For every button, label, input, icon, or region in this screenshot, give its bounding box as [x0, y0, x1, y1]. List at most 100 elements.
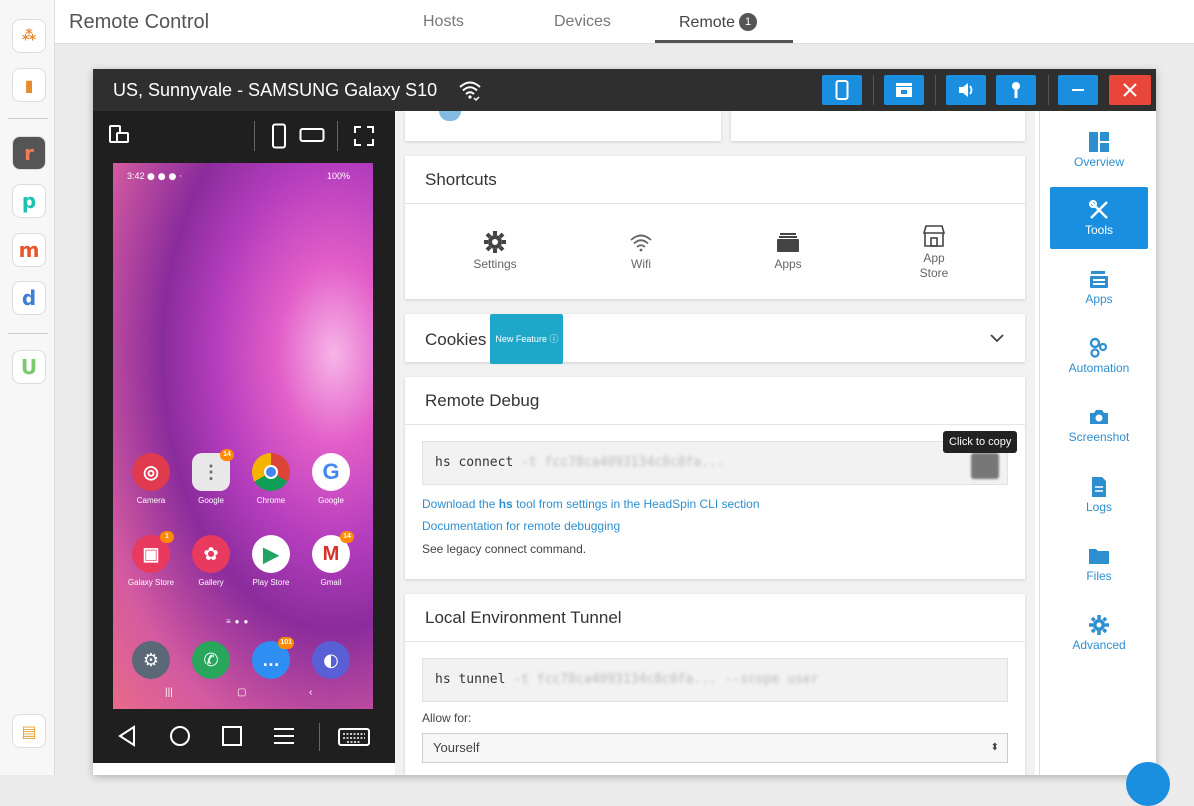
- gallery-icon: ✿: [192, 535, 230, 573]
- app-galaxy-store[interactable]: ▣ 1 Galaxy Store: [125, 531, 177, 587]
- toolbar-divider: [254, 121, 255, 151]
- cookies-title: Cookies: [425, 330, 487, 349]
- app-chrome[interactable]: Chrome: [245, 453, 297, 505]
- tunnel-command[interactable]: hs tunnel -t fcc78ca4093134c8c0fa... --s…: [422, 658, 1008, 702]
- app-google[interactable]: G Google: [305, 453, 357, 505]
- notification-badge: 14: [340, 531, 354, 543]
- top-bar: Remote Control Hosts Devices Remote 1: [55, 0, 1194, 44]
- chevron-down-icon[interactable]: [989, 332, 1005, 344]
- u-app-icon[interactable]: U: [12, 350, 46, 384]
- shortcut-wifi[interactable]: Wifi: [601, 230, 681, 271]
- tab-label: Hosts: [423, 13, 464, 30]
- shortcut-app-store[interactable]: App Store: [894, 224, 974, 281]
- chat-launcher-button[interactable]: [1126, 762, 1170, 806]
- clapboard-button[interactable]: [884, 75, 924, 105]
- app-label: Google: [318, 496, 344, 505]
- app-camera[interactable]: ◎ Camera: [125, 453, 177, 505]
- app-rail: ⁂ ▮ r p m d U ▤: [0, 0, 55, 775]
- overview-square-icon[interactable]: [221, 725, 243, 747]
- link-bold: hs: [498, 497, 513, 511]
- m-app-icon[interactable]: m: [12, 233, 46, 267]
- home-icon[interactable]: [169, 725, 191, 747]
- copy-button[interactable]: [971, 453, 999, 479]
- play-store-icon: ▶: [252, 535, 290, 573]
- sidebar-label: Logs: [1085, 500, 1113, 514]
- sidebar-label: Advanced: [1072, 638, 1126, 652]
- home-nav-icon[interactable]: ▢: [237, 687, 246, 698]
- close-button[interactable]: [1109, 75, 1151, 105]
- d-app-icon[interactable]: d: [12, 281, 46, 315]
- chart-icon[interactable]: ▮: [12, 68, 46, 102]
- cookies-card[interactable]: Cookies New Feature ⓘ: [405, 314, 1025, 364]
- window-titlebar[interactable]: US, Sunnyvale - SAMSUNG Galaxy S10: [93, 69, 1156, 111]
- tab-remote[interactable]: Remote 1: [679, 13, 758, 32]
- internet-icon: ◐: [312, 641, 350, 679]
- sidebar-item-automation[interactable]: Automation: [1050, 325, 1148, 387]
- app-label: Play Store: [252, 578, 290, 587]
- dock-messages[interactable]: … 101: [245, 637, 297, 679]
- app-gallery[interactable]: ✿ Gallery: [185, 535, 237, 587]
- command-args: -t fcc78ca4093134c8c0fa... --scope user: [513, 672, 819, 687]
- app-google-folder[interactable]: ⋮ 14 Google: [185, 449, 237, 505]
- phone-icon: [835, 80, 849, 100]
- minimize-button[interactable]: [1058, 75, 1098, 105]
- back-icon[interactable]: [117, 725, 137, 747]
- app-gmail[interactable]: M 14 Gmail: [305, 531, 357, 587]
- link-text: Download the: [422, 497, 499, 511]
- download-hs-link[interactable]: Download the hs tool from settings in th…: [422, 497, 760, 511]
- page-indicator: ≡●●: [226, 617, 253, 626]
- nav-divider: [319, 723, 320, 751]
- sidebar-item-advanced[interactable]: Advanced: [1050, 602, 1148, 664]
- connect-command[interactable]: hs connect -t fcc78ca4093134c8c0fa...: [422, 441, 1008, 485]
- back-nav-icon[interactable]: ‹: [309, 687, 312, 698]
- tab-hosts[interactable]: Hosts: [423, 13, 464, 31]
- app-label: Gallery: [198, 578, 224, 587]
- recents-nav-icon[interactable]: |||: [165, 687, 173, 698]
- sidebar-item-screenshot[interactable]: Screenshot: [1050, 394, 1148, 456]
- fullscreen-icon[interactable]: [353, 125, 375, 147]
- landscape-icon[interactable]: [299, 127, 325, 143]
- sidebar-item-overview[interactable]: Overview: [1050, 119, 1148, 181]
- sidebar-item-tools[interactable]: Tools: [1050, 187, 1148, 249]
- torch-button[interactable]: [996, 75, 1036, 105]
- remote-debug-card: Remote Debug hs connect -t fcc78ca409313…: [405, 377, 1025, 579]
- r-app-icon[interactable]: r: [12, 136, 46, 170]
- sidebar-item-files[interactable]: Files: [1050, 533, 1148, 595]
- portrait-icon[interactable]: [271, 123, 287, 149]
- allow-for-select[interactable]: Yourself ⬍: [422, 733, 1008, 763]
- keyboard-icon[interactable]: [338, 727, 370, 747]
- legacy-connect-text[interactable]: See legacy connect command.: [422, 542, 586, 556]
- remote-debug-docs-link[interactable]: Documentation for remote debugging: [422, 519, 620, 533]
- automation-icon: [1089, 337, 1108, 358]
- app-label: Google: [198, 496, 224, 505]
- sidebar-item-logs[interactable]: Logs: [1050, 464, 1148, 526]
- p-app-icon[interactable]: p: [12, 184, 46, 218]
- apps-icon[interactable]: ⁂: [12, 19, 46, 53]
- device-switch-icon[interactable]: [108, 124, 130, 146]
- sidebar-item-apps[interactable]: Apps: [1050, 256, 1148, 318]
- wifi-icon: [630, 234, 652, 252]
- tab-devices[interactable]: Devices: [554, 13, 611, 31]
- sidebar-label: Files: [1086, 569, 1112, 583]
- shortcuts-card: Shortcuts Settings Wifi Apps App Store: [405, 156, 1025, 299]
- app-label: Gmail: [320, 578, 342, 587]
- app-play-store[interactable]: ▶ Play Store: [245, 535, 297, 587]
- volume-button[interactable]: [946, 75, 986, 105]
- shortcut-label: Apps: [774, 257, 802, 271]
- device-screen[interactable]: 3:42 ● ● ● · 100% ◎ Camera ⋮ 14 Google Ch…: [113, 163, 373, 709]
- command-name: hs connect: [435, 455, 514, 470]
- dock-internet[interactable]: ◐: [305, 641, 357, 679]
- phone-call-icon: ✆: [192, 641, 230, 679]
- shortcut-apps[interactable]: Apps: [748, 230, 828, 271]
- store-icon: [922, 225, 946, 247]
- dock-phone[interactable]: ✆: [185, 641, 237, 679]
- shortcut-label: App Store: [919, 251, 949, 280]
- menu-icon[interactable]: [273, 726, 295, 746]
- phone-view-button[interactable]: [822, 75, 862, 105]
- dock-settings[interactable]: ⚙: [125, 641, 177, 679]
- settings-icon: ⚙: [132, 641, 170, 679]
- shortcut-settings[interactable]: Settings: [455, 230, 535, 271]
- select-value: Yourself: [433, 740, 480, 755]
- google-icon: G: [312, 453, 350, 491]
- doc-icon[interactable]: ▤: [12, 714, 46, 748]
